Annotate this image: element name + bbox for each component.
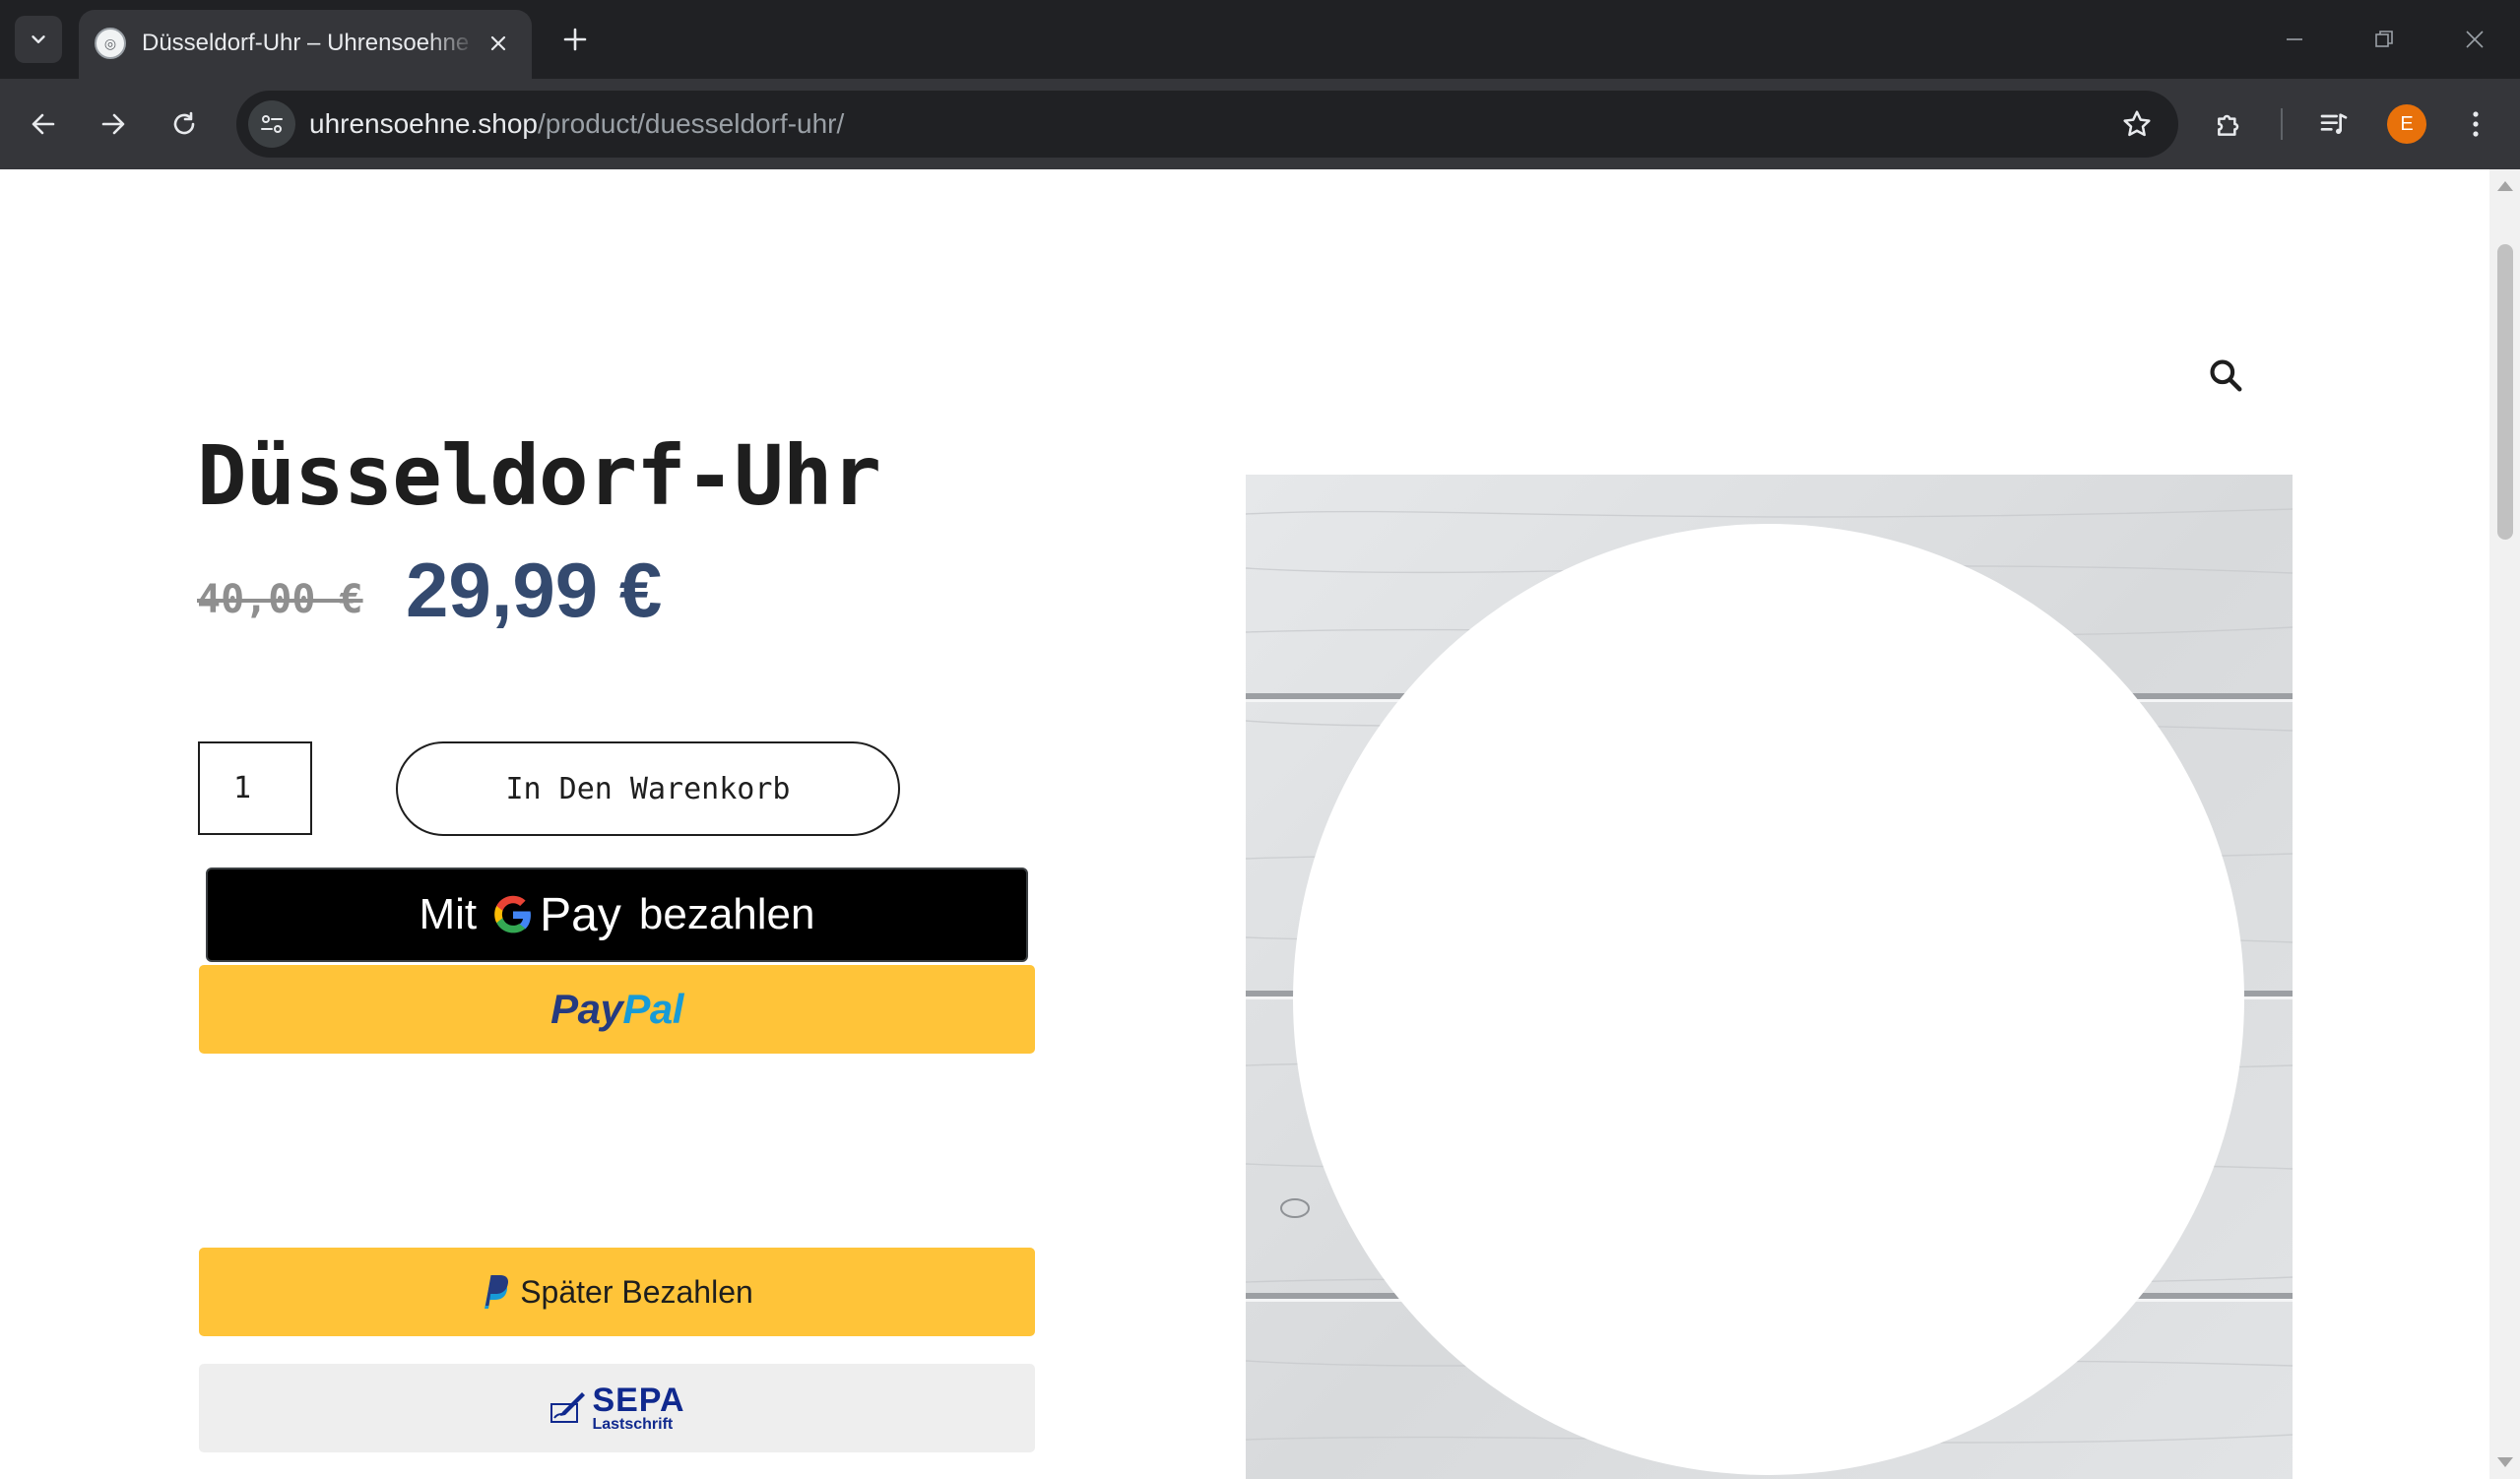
paypal-logo: PayPal [550, 986, 683, 1033]
bookmark-button[interactable] [2117, 104, 2157, 144]
favicon-icon: ◎ [95, 28, 126, 59]
sepa-subtitle: Lastschrift [592, 1416, 674, 1433]
toolbar-separator [2281, 108, 2283, 140]
extensions-icon [2218, 114, 2239, 136]
media-controls-button[interactable] [2310, 100, 2358, 148]
close-icon [490, 35, 506, 51]
sepa-direct-debit-button[interactable]: SEPA Lastschrift [199, 1364, 1035, 1452]
quantity-input[interactable] [198, 741, 312, 835]
back-button[interactable] [20, 100, 67, 148]
paypal-button[interactable]: PayPal [199, 965, 1035, 1054]
magnifier-icon [2210, 359, 2242, 392]
minimize-button[interactable] [2265, 18, 2324, 61]
site-info-icon [261, 115, 283, 133]
reload-button[interactable] [161, 100, 208, 148]
new-tab-button[interactable] [555, 20, 595, 59]
price-new: 29,99 € [406, 547, 663, 633]
kebab-menu-icon [2473, 111, 2479, 137]
sepa-logo: SEPA Lastschrift [549, 1383, 684, 1433]
scroll-down-arrow[interactable] [2497, 1457, 2513, 1467]
product-image[interactable] [1246, 475, 2293, 1479]
chevron-down-icon [32, 35, 45, 43]
page-scrollbar[interactable] [2489, 169, 2520, 1479]
window-close-icon [2466, 31, 2484, 48]
tab-close-button[interactable] [481, 26, 516, 61]
product-title: Düsseldorf-Uhr [197, 427, 881, 524]
active-tab[interactable]: ◎ Düsseldorf-Uhr – Uhrensoehne [79, 10, 532, 79]
media-icon [2320, 113, 2348, 134]
paypal-p-icon [481, 1273, 510, 1311]
forward-icon [101, 113, 125, 135]
gpay-suffix: bezahlen [638, 890, 815, 938]
pay-later-button[interactable]: Später Bezahlen [199, 1248, 1035, 1336]
sepa-signature-icon [550, 1392, 586, 1423]
sepa-title: SEPA [592, 1382, 685, 1419]
address-bar[interactable]: uhrensoehne.shop/product/duesseldorf-uhr… [236, 91, 2178, 158]
add-to-cart-button[interactable]: In Den Warenkorb [396, 741, 900, 836]
tab-search-button[interactable] [15, 16, 62, 63]
paypal-logo-part2: Pal [622, 986, 683, 1032]
browser-menu-button[interactable] [2452, 100, 2499, 148]
star-icon [2123, 110, 2151, 137]
restore-button[interactable] [2355, 18, 2414, 61]
tab-title: Düsseldorf-Uhr – Uhrensoehne [142, 30, 470, 56]
url-path: /product/duesseldorf-uhr/ [537, 108, 845, 139]
pay-later-label: Später Bezahlen [520, 1273, 753, 1310]
extensions-button[interactable] [2206, 100, 2253, 148]
browser-toolbar: uhrensoehne.shop/product/duesseldorf-uhr… [0, 79, 2520, 169]
back-icon [32, 113, 55, 135]
scroll-up-arrow[interactable] [2497, 181, 2513, 191]
paypal-logo-part1: Pay [550, 986, 623, 1032]
google-pay-button[interactable]: Mit Pay bezahlen [206, 868, 1028, 962]
window-close-button[interactable] [2445, 18, 2504, 61]
plus-icon [563, 28, 587, 51]
google-g-icon [492, 894, 534, 935]
price-old: 40,00 € [197, 577, 363, 622]
product-photo [1246, 475, 2293, 1479]
zoom-button[interactable] [2190, 340, 2261, 411]
reload-icon [173, 111, 195, 135]
profile-avatar[interactable]: E [2387, 104, 2426, 144]
forward-button[interactable] [90, 100, 137, 148]
url-text[interactable]: uhrensoehne.shop/product/duesseldorf-uhr… [309, 91, 844, 158]
gpay-word: Pay [540, 888, 621, 941]
url-host: uhrensoehne.shop [309, 108, 538, 139]
site-info-button[interactable] [248, 100, 295, 148]
gpay-prefix: Mit [419, 890, 478, 938]
scroll-thumb[interactable] [2497, 244, 2513, 540]
browser-tab-strip: ◎ Düsseldorf-Uhr – Uhrensoehne [0, 0, 2520, 79]
page-viewport: Düsseldorf-Uhr 40,00 € 29,99 € In Den Wa… [0, 169, 2489, 1479]
minimize-icon [2287, 38, 2302, 40]
restore-icon [2375, 31, 2393, 47]
